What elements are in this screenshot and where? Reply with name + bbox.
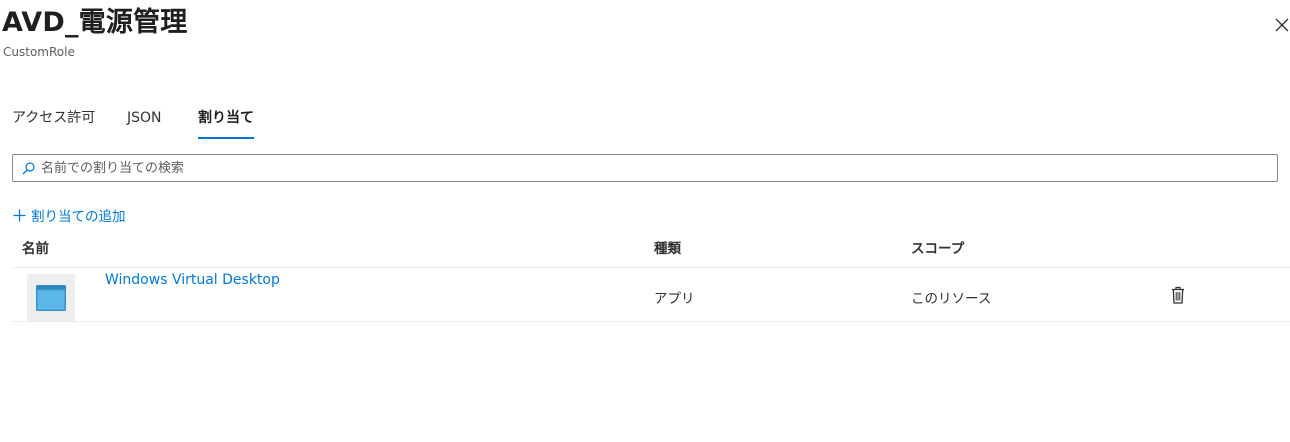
page-title: AVD_電源管理 [2,7,188,38]
assignment-type: アプリ [654,291,695,307]
assignment-name-link[interactable]: Windows Virtual Desktop [105,272,280,288]
tab-selected-indicator [198,137,254,139]
column-header-type: 種類 [654,241,681,257]
tab-assignments[interactable]: 割り当て [198,108,254,140]
table-row: Windows Virtual Desktop アプリ このリソース [12,268,1290,322]
add-assignment-label: 割り当ての追加 [31,209,126,225]
plus-icon [12,208,26,222]
close-icon [1275,18,1289,32]
tab-permissions[interactable]: アクセス許可 [12,108,95,140]
column-header-name: 名前 [22,241,49,257]
close-button[interactable] [1270,13,1290,37]
trash-icon [1172,286,1184,304]
tab-json[interactable]: JSON [127,108,162,140]
search-input[interactable] [41,156,1277,180]
assignments-panel: AVD_電源管理 CustomRole アクセス許可 JSON 割り当て 名前で… [0,0,1290,442]
tab-label: JSON [127,110,162,126]
add-assignment-button[interactable]: 割り当ての追加 [12,205,126,225]
assignment-scope: このリソース [911,291,992,307]
search-icon [21,161,35,175]
column-header-scope: スコープ [911,241,965,257]
tab-label: アクセス許可 [12,110,96,126]
app-window-icon [27,274,75,321]
delete-assignment-button[interactable] [1169,285,1187,305]
page-subtitle: CustomRole [3,45,75,59]
tab-label: 割り当て [198,110,254,126]
search-box [12,154,1278,182]
